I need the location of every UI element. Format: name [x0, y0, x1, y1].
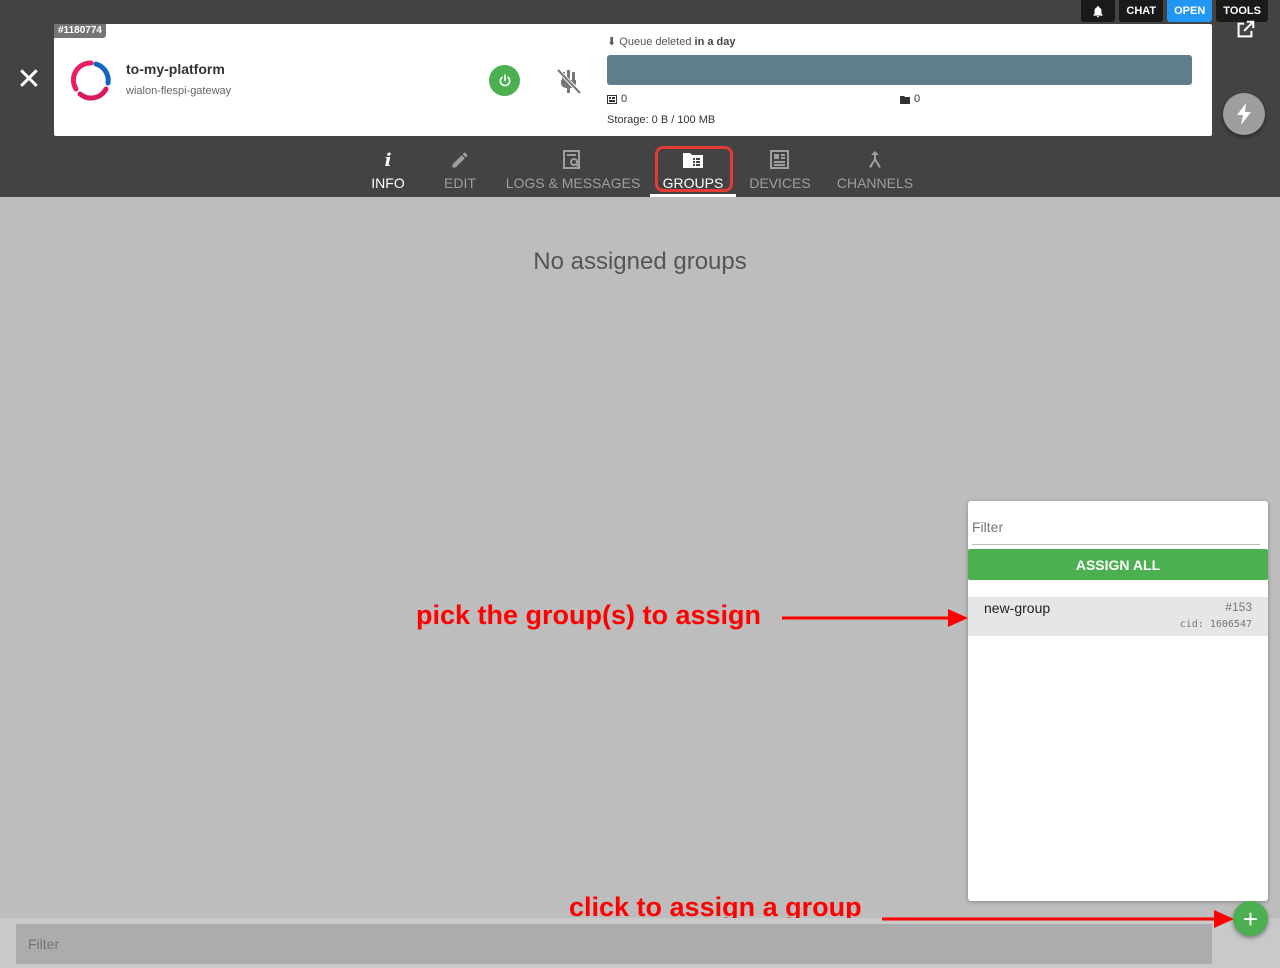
- item-type: wialon-flespi-gateway: [126, 85, 232, 97]
- tab-info[interactable]: i INFO: [366, 144, 410, 197]
- annotation-arrow-click: [882, 910, 1234, 928]
- devices-icon: [770, 150, 789, 169]
- queue-status-when: in a day: [694, 36, 736, 48]
- empty-groups-message: No assigned groups: [533, 248, 747, 275]
- tab-info-label: INFO: [371, 175, 405, 191]
- open-button[interactable]: OPEN: [1167, 0, 1213, 22]
- group-cid: cid: 1606547: [1179, 619, 1252, 630]
- queue-status-prefix: Queue deleted: [619, 36, 692, 48]
- messages-icon: [607, 94, 617, 104]
- add-group-button[interactable]: +: [1233, 901, 1268, 936]
- tab-edit-label: EDIT: [444, 175, 476, 191]
- group-id: #153: [1225, 600, 1252, 614]
- item-title: to-my-platform: [126, 61, 225, 77]
- power-icon: [499, 73, 510, 86]
- top-header: CHAT OPEN TOOLS ✕ to-my-platform wialon-…: [0, 0, 1280, 197]
- panel-filter-input[interactable]: [972, 509, 1260, 545]
- tab-logs-messages[interactable]: LOGS & MESSAGES: [505, 144, 641, 197]
- actions-button[interactable]: [1223, 93, 1265, 135]
- open-external-icon[interactable]: [1234, 19, 1256, 41]
- tab-edit[interactable]: EDIT: [440, 144, 480, 197]
- pencil-icon: [452, 152, 468, 168]
- close-icon[interactable]: ✕: [14, 62, 44, 98]
- messages-count: 0: [621, 93, 628, 105]
- files-count: 0: [914, 93, 921, 105]
- storage-info: Storage: 0 B / 100 MB: [607, 114, 716, 126]
- folder-icon: [900, 95, 910, 104]
- tab-channels[interactable]: CHANNELS: [836, 144, 914, 197]
- download-icon: ⬇: [607, 36, 617, 48]
- queue-status: ⬇ Queue deleted in a day: [607, 35, 735, 48]
- groups-tab-highlight: [655, 146, 733, 192]
- plug-off-icon[interactable]: [554, 66, 584, 96]
- tab-bar: i INFO EDIT LOGS & MESSAGES GROUPS DEVIC…: [0, 144, 1280, 197]
- item-card: to-my-platform wialon-flespi-gateway ⬇ Q…: [54, 24, 1212, 136]
- logs-icon: [563, 150, 581, 169]
- tab-devices[interactable]: DEVICES: [749, 144, 811, 197]
- chat-button[interactable]: CHAT: [1119, 0, 1164, 22]
- info-icon: i: [384, 149, 392, 171]
- bolt-icon: [1237, 103, 1251, 125]
- files-stat: 0: [900, 93, 920, 105]
- tab-channels-label: CHANNELS: [836, 175, 914, 191]
- item-id-badge: #1180774: [54, 24, 106, 38]
- channels-icon: [869, 151, 881, 168]
- tab-logs-label: LOGS & MESSAGES: [505, 175, 641, 191]
- annotation-pick-group: pick the group(s) to assign: [416, 600, 762, 630]
- assign-groups-panel: ASSIGN ALL new-group #153 cid: 1606547: [968, 501, 1268, 901]
- group-name: new-group: [984, 600, 1051, 616]
- app-logo-icon: [70, 60, 111, 101]
- list-item[interactable]: new-group #153 cid: 1606547: [968, 597, 1268, 636]
- annotation-arrow-pick: [782, 609, 968, 627]
- assign-all-button[interactable]: ASSIGN ALL: [968, 549, 1268, 580]
- bell-icon: [1093, 5, 1104, 17]
- messages-stat: 0: [607, 93, 627, 105]
- tab-devices-label: DEVICES: [749, 175, 811, 191]
- plus-icon: +: [1242, 903, 1259, 934]
- notifications-button[interactable]: [1081, 0, 1116, 22]
- power-button[interactable]: [489, 65, 520, 96]
- queue-bar: [607, 55, 1192, 85]
